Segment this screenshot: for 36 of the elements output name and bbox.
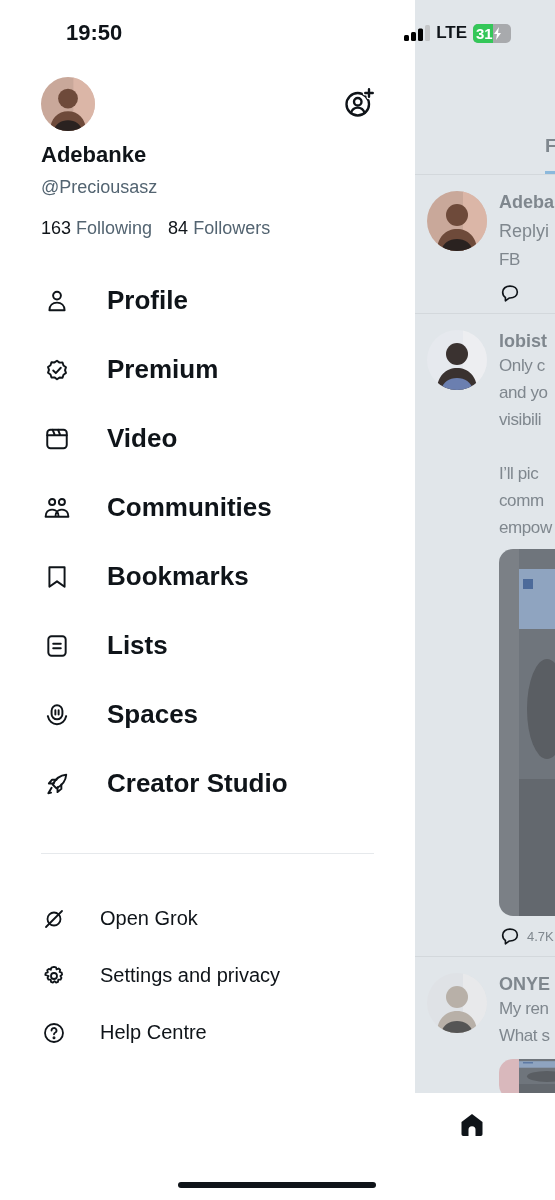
menu-item[interactable]: Settings and privacy	[100, 964, 281, 987]
signal-icon	[404, 25, 431, 41]
post-text: What s	[499, 1025, 551, 1047]
post-text: and yo	[499, 382, 549, 404]
reply-icon	[499, 282, 521, 304]
post-text: comm	[499, 490, 545, 512]
post-text: FB	[499, 249, 521, 271]
menu-item[interactable]: Premium	[107, 354, 219, 385]
post-text: visibili	[499, 409, 543, 431]
menu-item[interactable]: Profile	[107, 285, 188, 316]
replying-to-text: Replyi	[499, 220, 551, 243]
following-count[interactable]: 163 Following	[41, 216, 153, 240]
menu-item[interactable]: Communities	[107, 492, 272, 523]
account-name[interactable]: Adebanke	[41, 141, 147, 169]
help-icon	[42, 1020, 66, 1045]
menu-item[interactable]: Help Centre	[100, 1021, 207, 1044]
menu-item[interactable]: Open Grok	[100, 907, 198, 930]
account-handle: @Preciousasz	[41, 176, 158, 199]
status-time: 19:50	[66, 20, 124, 46]
post-text: empow	[499, 517, 554, 539]
post-text: I’ll pic	[499, 463, 540, 485]
battery-indicator: 31	[473, 23, 511, 43]
post-text: My ren	[499, 998, 550, 1020]
menu-item[interactable]: Creator Studio	[107, 768, 288, 799]
menu-item[interactable]: Video	[107, 423, 178, 454]
followers-count[interactable]: 84 Followers	[168, 216, 271, 240]
microphone-icon	[44, 701, 70, 728]
network-type: LTE	[436, 23, 467, 43]
post-text: Only c	[499, 355, 546, 377]
reply-count: 4.7K	[527, 928, 554, 944]
reply-icon	[499, 925, 521, 947]
menu-item[interactable]: Spaces	[107, 699, 199, 730]
add-account-icon[interactable]	[344, 88, 374, 118]
menu-item[interactable]: Bookmarks	[107, 561, 249, 592]
menu-item[interactable]: Lists	[107, 630, 168, 661]
list-icon	[44, 632, 70, 659]
